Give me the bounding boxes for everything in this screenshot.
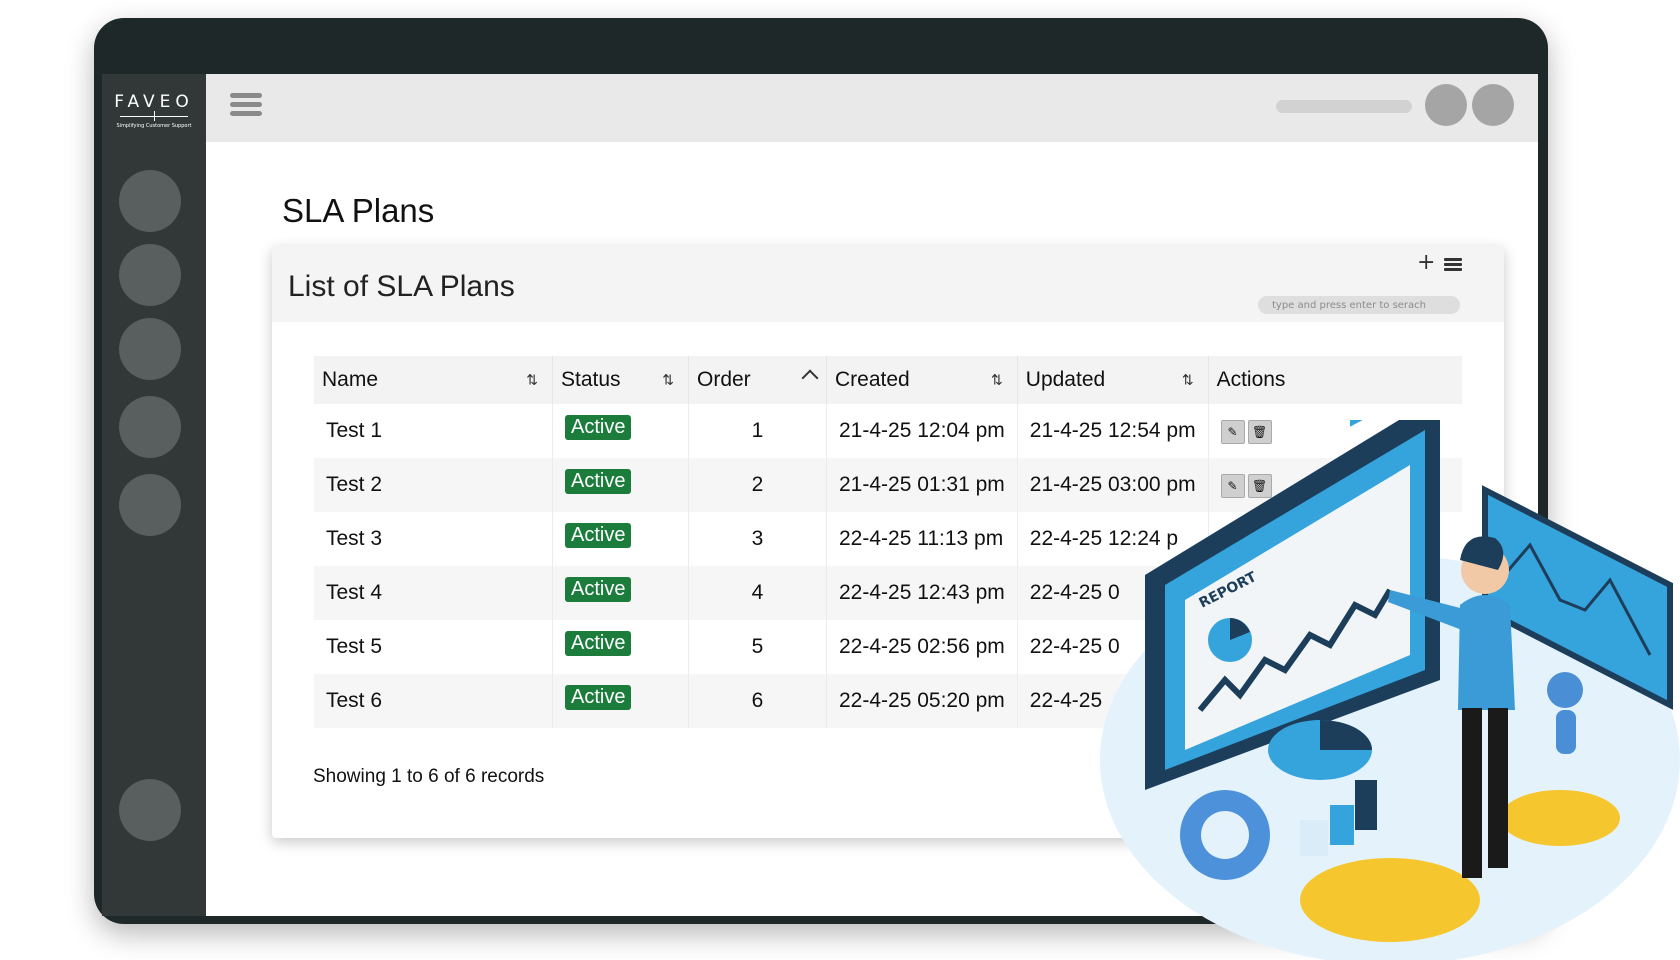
plus-icon[interactable]: + — [1417, 252, 1435, 274]
column-header-label: Name — [322, 368, 379, 391]
sidebar-nav-item-5[interactable] — [119, 474, 181, 536]
column-header-label: Order — [697, 368, 751, 391]
hamburger-menu-icon[interactable] — [230, 93, 262, 117]
table-header-row: Name ⇅ Status ⇅ Order Created ⇅ Updated … — [314, 356, 1462, 404]
brand-name: FAVEO — [114, 92, 194, 112]
cell-status: Active — [552, 674, 689, 728]
cell-order: 5 — [688, 620, 827, 674]
gear-hole — [1201, 811, 1249, 859]
sort-both-icon[interactable]: ⇅ — [526, 372, 538, 389]
status-badge: Active — [565, 630, 632, 656]
block-icon — [1355, 780, 1377, 830]
user-avatar[interactable] — [1472, 84, 1514, 126]
sort-ascending-icon[interactable] — [801, 369, 819, 387]
card-header: List of SLA Plans + — [272, 246, 1504, 322]
yellow-platform — [1300, 858, 1480, 942]
column-header-created[interactable]: Created ⇅ — [826, 356, 1018, 404]
cell-name[interactable]: Test 1 — [314, 404, 553, 458]
column-header-order[interactable]: Order — [688, 356, 827, 404]
cell-name[interactable]: Test 3 — [314, 512, 553, 566]
column-header-status[interactable]: Status ⇅ — [552, 356, 689, 404]
status-badge: Active — [565, 522, 632, 548]
column-header-label: Updated — [1025, 368, 1106, 391]
column-header-actions: Actions — [1208, 356, 1462, 404]
cell-order: 4 — [688, 566, 827, 620]
cell-name[interactable]: Test 6 — [314, 674, 553, 728]
status-badge: Active — [565, 684, 632, 710]
block-icon — [1300, 820, 1328, 856]
top-search-bar[interactable] — [1276, 100, 1412, 113]
column-header-label: Actions — [1216, 368, 1286, 391]
sidebar: FAVEO Simplifying Customer Support — [102, 74, 206, 916]
cell-status: Active — [552, 566, 689, 620]
sidebar-nav-item-1[interactable] — [119, 170, 181, 232]
report-grid-icon — [1350, 420, 1390, 427]
column-header-label: Created — [835, 368, 910, 391]
cell-created: 22-4-25 12:43 pm — [826, 566, 1018, 620]
sidebar-nav-item-2[interactable] — [119, 244, 181, 306]
person-leg — [1488, 708, 1508, 868]
column-header-name[interactable]: Name ⇅ — [314, 356, 553, 404]
sidebar-nav-item-4[interactable] — [119, 396, 181, 458]
robot-body — [1556, 710, 1576, 754]
cell-name[interactable]: Test 5 — [314, 620, 553, 674]
cell-created: 22-4-25 11:13 pm — [826, 512, 1018, 566]
cell-created: 22-4-25 05:20 pm — [826, 674, 1018, 728]
cell-status: Active — [552, 512, 689, 566]
brand-tagline: Simplifying Customer Support — [116, 123, 192, 129]
cell-order: 6 — [688, 674, 827, 728]
sort-both-icon[interactable]: ⇅ — [991, 372, 1003, 389]
column-header-label: Status — [561, 368, 621, 391]
logo-rule — [120, 111, 188, 121]
yellow-platform-small — [1500, 790, 1620, 846]
status-badge: Active — [565, 414, 632, 440]
block-icon — [1330, 805, 1354, 845]
cell-created: 21-4-25 12:04 pm — [826, 404, 1018, 458]
search-input[interactable] — [1258, 296, 1460, 314]
top-bar — [206, 74, 1538, 142]
cell-order: 2 — [688, 458, 827, 512]
sidebar-nav-item-3[interactable] — [119, 318, 181, 380]
cell-created: 22-4-25 02:56 pm — [826, 620, 1018, 674]
sort-both-icon[interactable]: ⇅ — [662, 372, 674, 389]
cell-status: Active — [552, 458, 689, 512]
notification-avatar[interactable] — [1425, 84, 1467, 126]
cell-order: 3 — [688, 512, 827, 566]
cell-name[interactable]: Test 4 — [314, 566, 553, 620]
person-leg — [1462, 708, 1482, 878]
cell-order: 1 — [688, 404, 827, 458]
cell-status: Active — [552, 404, 689, 458]
sidebar-nav-item-bottom[interactable] — [119, 779, 181, 841]
column-header-updated[interactable]: Updated ⇅ — [1017, 356, 1209, 404]
cell-status: Active — [552, 620, 689, 674]
cell-name[interactable]: Test 2 — [314, 458, 553, 512]
records-count: Showing 1 to 6 of 6 records — [313, 766, 545, 787]
status-badge: Active — [565, 468, 632, 494]
sort-both-icon[interactable]: ⇅ — [1182, 372, 1194, 389]
brand-logo[interactable]: FAVEO Simplifying Customer Support — [112, 92, 196, 129]
analytics-illustration: REPORT — [1100, 420, 1680, 960]
page-title: SLA Plans — [282, 192, 435, 229]
status-badge: Active — [565, 576, 632, 602]
list-menu-icon[interactable] — [1444, 258, 1462, 273]
robot-head — [1547, 672, 1583, 708]
card-title: List of SLA Plans — [288, 270, 515, 303]
cell-created: 21-4-25 01:31 pm — [826, 458, 1018, 512]
